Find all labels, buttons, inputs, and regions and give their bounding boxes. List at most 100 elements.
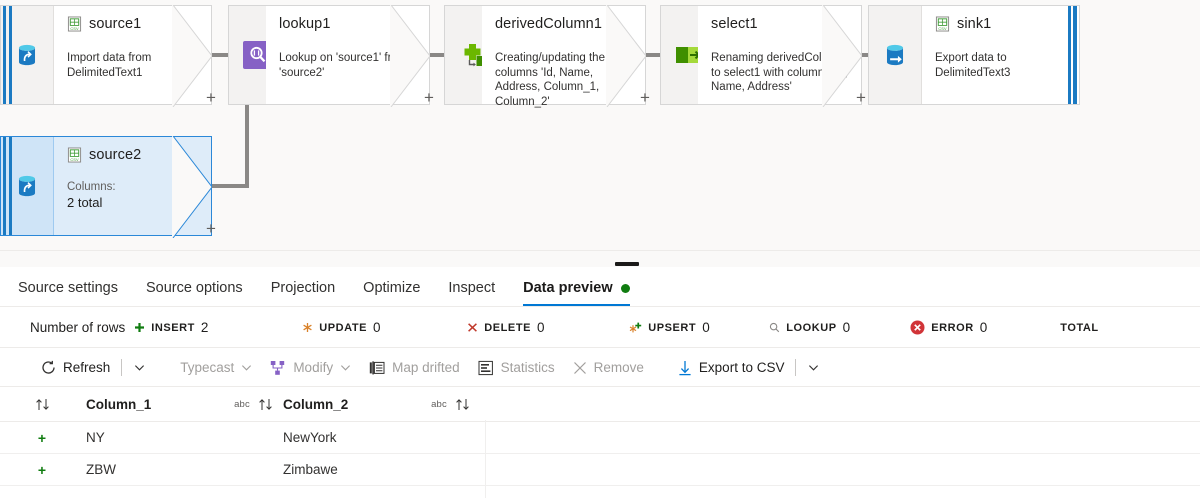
csv-file-icon: CSV [67, 16, 82, 32]
error-circle-icon [910, 320, 925, 335]
node-source2[interactable]: CSV source2 Columns: 2 total [0, 136, 212, 238]
download-icon [679, 360, 691, 375]
toolbar-separator-2 [795, 359, 797, 376]
column-type-icon: abc [234, 399, 250, 410]
node-lookup1-body: lookup1 Lookup on 'source1' from 'source… [266, 5, 430, 107]
node-derivedcolumn1-title: derivedColumn1 [495, 16, 602, 32]
export-menu-button[interactable] [798, 353, 829, 383]
node-sink1-title-row: CSV sink1 [935, 15, 1067, 33]
row-cell-column-2: Zimbawe [283, 462, 338, 477]
stat-error: ERROR 0 [910, 320, 1060, 335]
stat-insert-value: 2 [200, 320, 209, 335]
add-node-after-source2[interactable]: + [206, 220, 216, 237]
typecast-button[interactable]: Typecast [171, 353, 261, 383]
preview-toolbar: Refresh Typecast Modify Map drifted Stat… [0, 349, 1200, 387]
grid-header-column-2[interactable]: Column_2 abc [281, 388, 478, 421]
database-sink-icon [886, 44, 904, 66]
node-source1[interactable]: CSV source1 Import data from DelimitedTe… [0, 5, 212, 107]
add-node-after-source1[interactable]: + [206, 89, 216, 106]
table-row[interactable]: + ZBW Zimbawe [0, 454, 1200, 486]
statistics-icon [478, 360, 493, 375]
map-drifted-button[interactable]: Map drifted [360, 353, 469, 383]
tab-data-preview[interactable]: Data preview [523, 280, 643, 306]
node-derivedcolumn1-body: derivedColumn1 Creating/updating the col… [482, 5, 646, 108]
svg-text:CSV: CSV [70, 157, 79, 162]
sort-updown-icon[interactable] [258, 398, 273, 411]
sort-updown-icon[interactable] [455, 398, 470, 411]
table-row[interactable]: + NY NewYork [0, 422, 1200, 454]
remove-button[interactable]: Remove [564, 353, 653, 383]
rail-accent-2 [9, 137, 12, 235]
modify-button[interactable]: Modify [261, 353, 360, 383]
sink-end-accent-1 [1068, 6, 1071, 104]
node-derivedcolumn1[interactable]: derivedColumn1 Creating/updating the col… [482, 5, 646, 108]
rail-accent-1 [3, 137, 6, 235]
tab-source-settings[interactable]: Source settings [18, 280, 132, 306]
add-node-after-select1[interactable]: + [856, 89, 866, 106]
node-sink1-body: CSV sink1 Export data to DelimitedText3 [922, 6, 1079, 104]
panel-drag-handle[interactable] [615, 262, 639, 266]
tab-source-options-label: Source options [145, 280, 243, 296]
node-lookup1[interactable]: lookup1 Lookup on 'source1' from 'source… [266, 5, 430, 107]
map-drifted-icon [369, 360, 385, 374]
svg-text:CSV: CSV [938, 26, 947, 31]
toolbar-separator-1 [121, 359, 123, 376]
stat-upsert-value: 0 [702, 320, 710, 335]
node-source2-title-row: CSV source2 [67, 146, 199, 164]
refresh-button[interactable]: Refresh [32, 353, 119, 383]
node-lookup1-subtitle: Lookup on 'source1' from 'source2' [279, 52, 408, 79]
statistics-button[interactable]: Statistics [469, 353, 564, 383]
row-marker-cell: + [0, 430, 84, 446]
sink-end-accent-2 [1073, 6, 1077, 104]
stat-lookup-label: LOOKUP [786, 321, 837, 334]
stat-delete: DELETE 0 [467, 320, 629, 335]
export-to-csv-button[interactable]: Export to CSV [669, 353, 794, 383]
database-source-icon [18, 44, 36, 66]
stat-upsert: UPSERT 0 [629, 320, 769, 335]
node-select1[interactable]: select1 Renaming derivedColumn1 to selec… [698, 5, 862, 107]
add-node-after-lookup1[interactable]: + [424, 89, 434, 106]
node-source2-columns-label: Columns: [67, 181, 116, 193]
modify-icon [271, 360, 285, 375]
row-marker-cell: + [0, 462, 84, 478]
grid-header-column-1[interactable]: Column_1 abc [84, 388, 281, 421]
asterisk-icon [303, 323, 313, 332]
tab-inspect[interactable]: Inspect [448, 280, 509, 306]
tab-optimize[interactable]: Optimize [363, 280, 434, 306]
edge-source2-lookup1-horizontal [212, 184, 249, 188]
statistics-label: Statistics [500, 360, 555, 375]
refresh-menu-button[interactable] [124, 353, 155, 383]
stat-update-value: 0 [373, 320, 381, 335]
grid-header-column-1-label: Column_1 [86, 397, 152, 412]
export-to-csv-label: Export to CSV [698, 360, 785, 375]
stat-lookup: LOOKUP 0 [769, 320, 910, 335]
tab-source-settings-label: Source settings [18, 280, 118, 296]
node-select1-title-row: select1 [711, 15, 849, 33]
node-derivedcolumn1-subtitle: Creating/updating the columns 'Id, Name,… [495, 52, 605, 108]
grid-vertical-divider [485, 420, 486, 498]
tab-source-options[interactable]: Source options [146, 280, 257, 306]
row-cell-column-1: NY [86, 430, 105, 445]
number-of-rows-label: Number of rows [30, 320, 126, 335]
stat-error-value: 0 [979, 320, 988, 335]
column-type-icon: abc [431, 399, 447, 410]
grid-header-column-2-label: Column_2 [283, 397, 349, 412]
data-flow-canvas[interactable]: CSV source1 Import data from DelimitedTe… [0, 0, 1200, 250]
database-source-icon [18, 175, 36, 197]
grid-header-index-cell[interactable] [0, 398, 84, 411]
node-source2-columns: Columns: 2 total [67, 180, 201, 210]
node-sink1-subtitle: Export data to DelimitedText3 [935, 52, 1011, 79]
node-source2-rail [1, 137, 54, 235]
data-preview-grid: Column_1 abc Column_2 abc + NY NewYork +… [0, 388, 1200, 498]
stat-upsert-label: UPSERT [648, 321, 697, 334]
asterisk-plus-icon [629, 322, 642, 332]
stat-delete-label: DELETE [484, 321, 531, 334]
csv-file-icon: CSV [67, 147, 82, 163]
map-drifted-label: Map drifted [392, 360, 460, 375]
panel-resize-zone[interactable] [0, 251, 1200, 267]
tab-projection[interactable]: Projection [271, 280, 349, 306]
stat-insert-label: INSERT [151, 321, 195, 334]
chevron-down-icon [242, 365, 252, 371]
node-sink1[interactable]: CSV sink1 Export data to DelimitedText3 [868, 5, 1080, 105]
add-node-after-derivedcolumn1[interactable]: + [640, 89, 650, 106]
